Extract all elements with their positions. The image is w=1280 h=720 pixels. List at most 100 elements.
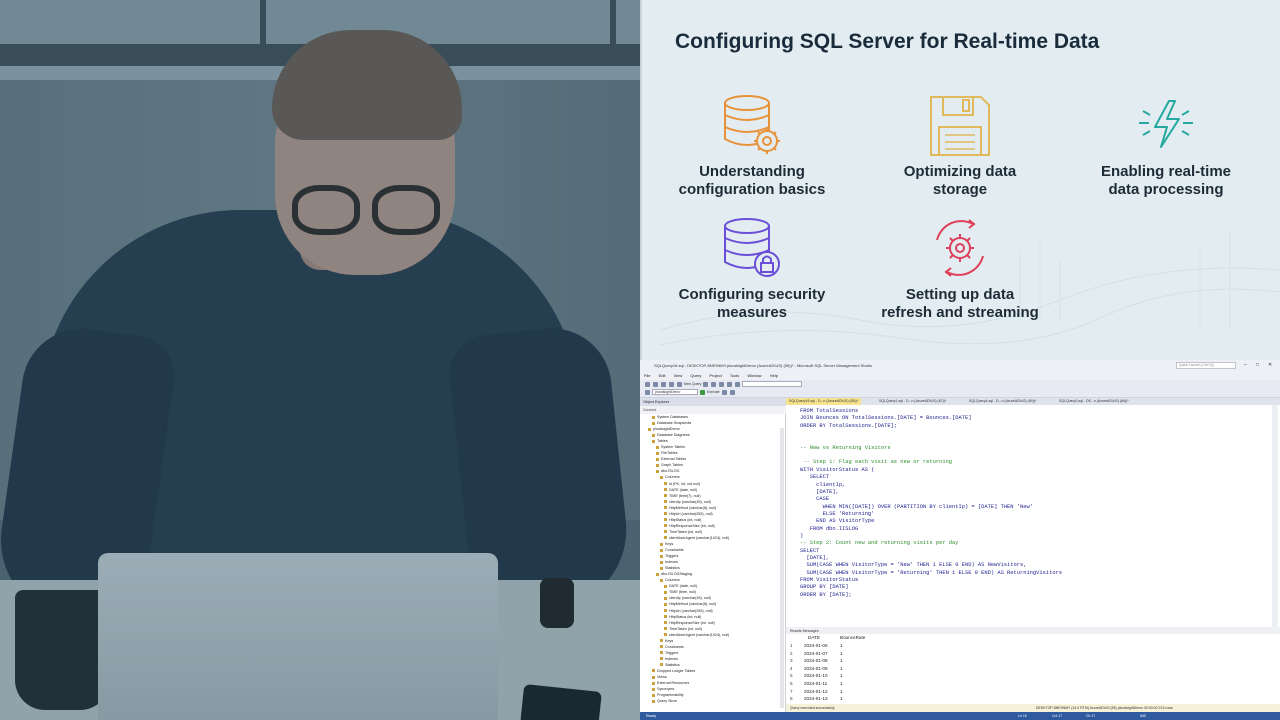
folder-icon	[660, 542, 663, 546]
result-cell-date[interactable]: 2024-01-10	[804, 673, 828, 678]
result-cell-bouncerate[interactable]: 1	[840, 681, 843, 686]
result-cell-date[interactable]: 2024-01-07	[804, 651, 828, 656]
tree-item-label: External Resources	[657, 681, 690, 686]
result-cell-date[interactable]: 2024-01-12	[804, 689, 828, 694]
toolbar-search-combo[interactable]	[742, 381, 803, 387]
folder-icon	[664, 609, 667, 613]
folder-icon	[648, 427, 651, 431]
result-cell-date[interactable]: 2024-01-13	[804, 696, 828, 701]
result-cell-bouncerate[interactable]: 1	[840, 689, 843, 694]
results-column-header-bouncerate[interactable]: BounceRate	[840, 635, 865, 640]
ssms-menu-bar: File Edit View Query Project Tools Windo…	[640, 371, 1280, 380]
new-query-icon[interactable]	[676, 381, 682, 387]
result-cell-date[interactable]: 2024-01-06	[804, 643, 828, 648]
tree-item-label: clientUserAgent (varchar(1024), null)	[669, 535, 730, 540]
new-query-button[interactable]: New Query	[684, 382, 702, 386]
menu-edit[interactable]: Edit	[659, 373, 666, 378]
execute-button[interactable]: Execute	[707, 390, 720, 394]
menu-file[interactable]: File	[644, 373, 650, 378]
code-line: GROUP BY [DATE]	[800, 584, 849, 591]
folder-icon	[660, 651, 663, 655]
tree-item-label: Dropped Ledger Tables	[657, 668, 696, 673]
menu-tools[interactable]: Tools	[730, 373, 739, 378]
tab-sqlquery16[interactable]: SQLQuery16.sql - D...n (AzureAD\US) (55)…	[786, 398, 862, 405]
topic-real-time-processing: Enabling real-time data processing	[1066, 95, 1266, 199]
folder-icon	[664, 621, 667, 625]
save-icon[interactable]	[660, 381, 666, 387]
cut-icon[interactable]	[703, 381, 709, 387]
topic-label: Configuring security measures	[678, 286, 826, 321]
undo-icon[interactable]	[727, 381, 733, 387]
code-line: SELECT	[800, 474, 830, 481]
maximize-icon[interactable]: □	[1256, 362, 1259, 368]
result-cell-bouncerate[interactable]: 1	[840, 696, 843, 701]
menu-project[interactable]: Project	[709, 373, 721, 378]
result-cell-bouncerate[interactable]: 1	[840, 643, 843, 648]
result-row-number: 6	[790, 681, 793, 686]
tree-item-label: Indexes	[665, 560, 678, 565]
menu-window[interactable]: Window	[747, 373, 761, 378]
editor-scrollbar[interactable]	[1272, 405, 1278, 627]
status-line: Ln 16	[1018, 714, 1027, 718]
folder-icon	[652, 681, 655, 685]
results-tabs[interactable]: Results Messages	[786, 627, 1280, 634]
folder-icon	[656, 463, 659, 467]
tree-item-label: System Databases	[657, 415, 688, 419]
result-cell-bouncerate[interactable]: 1	[840, 673, 843, 678]
result-cell-date[interactable]: 2024-01-11	[804, 681, 827, 686]
gear-refresh-icon	[925, 218, 995, 282]
tree-item-label: HttpStatus (int, null)	[669, 614, 702, 619]
code-line: clientIp,	[800, 481, 846, 488]
tree-item-label: Query Store	[657, 699, 677, 704]
redo-icon[interactable]	[735, 381, 741, 387]
database-lock-icon	[717, 218, 787, 282]
database-selector[interactable]: pluralsightDemo	[651, 389, 698, 395]
tree-item[interactable]: Query Store	[640, 698, 785, 704]
tree-item-label: Database Diagrams	[657, 433, 690, 438]
quick-launch-input[interactable]: Quick Launch (Ctrl+Q)	[1176, 362, 1236, 369]
save-all-icon[interactable]	[668, 381, 674, 387]
result-cell-bouncerate[interactable]: 1	[840, 658, 843, 663]
tab-sqlquery1[interactable]: SQLQuery1.sql - D...n (AzureAD\US) (67))…	[876, 398, 949, 405]
paste-icon[interactable]	[719, 381, 725, 387]
object-explorer-scrollbar[interactable]	[780, 428, 784, 708]
code-line: JOIN Bounces ON TotalSessions.[DATE] = B…	[800, 415, 972, 422]
tab-sqlquery3[interactable]: SQLQuery3.sql - DE...n (AzureAD\US) (66)…	[1056, 398, 1132, 405]
result-cell-bouncerate[interactable]: 1	[840, 666, 843, 671]
tree-item-label: Views	[657, 675, 667, 680]
close-icon[interactable]: ✕	[1268, 362, 1272, 368]
result-row-number: 7	[790, 688, 793, 694]
slide-title: Configuring SQL Server for Real-time Dat…	[675, 30, 1100, 53]
execute-icon[interactable]	[699, 389, 705, 395]
menu-view[interactable]: View	[674, 373, 683, 378]
status-ready: Ready	[646, 714, 657, 718]
query-status-details: DESKTOP-8NE9NMY (16.0 RTM) AzureAD\US (5…	[1036, 706, 1173, 710]
result-row-number: 1	[790, 643, 793, 648]
folder-icon	[664, 494, 667, 498]
minimize-icon[interactable]: –	[1244, 362, 1247, 368]
floppy-disk-icon	[925, 95, 995, 159]
tree-item-label: Programmability	[657, 693, 684, 698]
result-cell-date[interactable]: 2024-01-09	[804, 666, 828, 671]
tree-item-label: FileTables	[661, 451, 678, 456]
query-editor[interactable]: FROM TotalSessions JOIN Bounces ON TotalS…	[786, 405, 1280, 627]
result-cell-bouncerate[interactable]: 1	[840, 651, 843, 656]
results-column-header-date[interactable]: DATE	[808, 635, 820, 640]
code-line: FROM dbo.IISLOG	[800, 525, 859, 532]
menu-help[interactable]: Help	[770, 373, 778, 378]
copy-icon[interactable]	[711, 381, 717, 387]
tree-item-label: Statistics	[665, 662, 680, 667]
stop-icon[interactable]	[721, 389, 727, 395]
status-ch: Ch 17	[1086, 714, 1096, 718]
tab-sqlquery4[interactable]: SQLQuery4.sql - D...n (AzureAD\US) (69))…	[966, 398, 1039, 405]
folder-icon	[652, 675, 655, 679]
connect-icon[interactable]	[645, 389, 650, 395]
object-explorer-toolbar: Connect	[640, 406, 786, 414]
folder-icon	[664, 590, 667, 594]
parse-icon[interactable]	[729, 389, 735, 395]
forward-icon[interactable]	[652, 381, 658, 387]
result-cell-date[interactable]: 2024-01-08	[804, 658, 828, 663]
connect-button[interactable]: Connect	[643, 408, 656, 412]
back-icon[interactable]	[645, 381, 650, 387]
menu-query[interactable]: Query	[690, 373, 701, 378]
